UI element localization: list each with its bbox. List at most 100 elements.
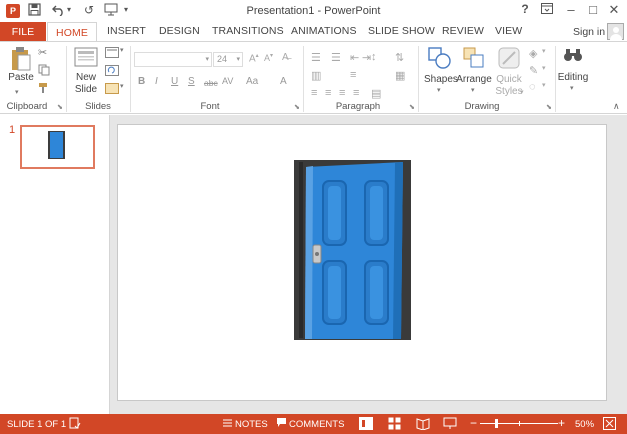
shapes-dropdown-icon[interactable]: ▾ xyxy=(437,86,441,94)
collapse-ribbon-icon[interactable]: ∧ xyxy=(613,101,620,112)
align-right-icon[interactable]: ≡ xyxy=(339,87,345,99)
reading-view-icon[interactable] xyxy=(416,417,430,433)
sign-in-link[interactable]: Sign in xyxy=(573,26,605,38)
zoom-in-button[interactable]: + xyxy=(558,416,565,430)
tab-design[interactable]: DESIGN xyxy=(159,25,200,37)
bullets-icon[interactable]: ☰ xyxy=(311,51,321,64)
fit-to-window-icon[interactable] xyxy=(603,417,616,433)
increase-indent-icon[interactable]: ⇥ xyxy=(362,51,371,64)
status-bar: SLIDE 1 OF 1 NOTES COMMENTS − + 50% xyxy=(0,414,627,434)
change-case-button[interactable]: Aa xyxy=(246,76,258,87)
tab-file[interactable]: FILE xyxy=(0,22,46,42)
font-name-combobox[interactable]: ▾ xyxy=(134,52,212,67)
clipboard-icon[interactable] xyxy=(10,46,32,75)
tab-slide-show[interactable]: SLIDE SHOW xyxy=(368,25,435,37)
columns-icon[interactable]: ▥ xyxy=(311,69,321,82)
reset-icon[interactable] xyxy=(105,65,119,79)
paragraph-launcher-icon[interactable]: ⬊ xyxy=(409,103,415,111)
section-dropdown-icon[interactable]: ▾ xyxy=(120,82,124,90)
shape-outline-icon[interactable]: ✎ xyxy=(529,64,538,77)
underline-button[interactable]: U xyxy=(171,76,178,87)
columns-layout-icon[interactable]: ▤ xyxy=(371,87,381,100)
zoom-slider-thumb[interactable] xyxy=(495,419,498,428)
quick-styles-dropdown-icon[interactable]: ▾ xyxy=(520,88,524,96)
close-button[interactable]: ✕ xyxy=(605,2,623,18)
maximize-button[interactable]: □ xyxy=(584,2,602,17)
tab-home[interactable]: HOME xyxy=(47,22,97,43)
binoculars-icon[interactable] xyxy=(563,47,583,66)
slide-sorter-icon[interactable] xyxy=(388,417,401,433)
copy-icon[interactable] xyxy=(38,64,50,79)
line-spacing-icon[interactable]: ↕ xyxy=(371,51,377,63)
clipboard-group-label: Clipboard xyxy=(6,101,48,112)
scissors-icon[interactable]: ✂ xyxy=(38,46,47,59)
arrange-dropdown-icon[interactable]: ▾ xyxy=(471,86,475,94)
notes-icon[interactable] xyxy=(222,417,233,432)
text-direction-icon[interactable]: ⇅ xyxy=(395,51,404,64)
shape-fill-dropdown-icon[interactable]: ▾ xyxy=(542,47,546,55)
clipboard-launcher-icon[interactable]: ⬊ xyxy=(57,103,63,111)
tab-animations[interactable]: ANIMATIONS xyxy=(291,25,357,37)
comments-button[interactable]: COMMENTS xyxy=(289,419,344,430)
paste-button[interactable]: Paste xyxy=(7,72,35,84)
title-bar: P ▾ ↺ ▾ Presentation1 - PowerPoint ? – □… xyxy=(0,0,627,22)
shape-fill-icon[interactable]: ◈ xyxy=(529,47,537,60)
grow-font-icon[interactable]: A▴ xyxy=(249,52,259,64)
help-button[interactable]: ? xyxy=(516,2,534,16)
shape-effects-dropdown-icon[interactable]: ▾ xyxy=(542,81,546,89)
minimize-button[interactable]: – xyxy=(562,2,580,17)
shapes-icon[interactable] xyxy=(427,46,453,73)
comment-icon[interactable] xyxy=(276,417,287,431)
align-text-icon[interactable]: ≡ xyxy=(350,69,356,81)
arrange-button[interactable]: Arrange xyxy=(456,74,492,86)
decrease-indent-icon[interactable]: ⇤ xyxy=(350,51,359,64)
shape-outline-dropdown-icon[interactable]: ▾ xyxy=(542,64,546,72)
zoom-level[interactable]: 50% xyxy=(575,419,594,430)
drawing-launcher-icon[interactable]: ⬊ xyxy=(546,103,552,111)
editing-dropdown-icon[interactable]: ▾ xyxy=(570,84,574,92)
layout-dropdown-icon[interactable]: ▾ xyxy=(120,46,124,54)
bold-button[interactable]: B xyxy=(138,76,145,87)
text-shadow-button[interactable]: S xyxy=(188,76,195,87)
normal-view-icon[interactable] xyxy=(359,417,373,430)
numbering-icon[interactable]: ☰ xyxy=(331,51,341,64)
quick-styles-icon[interactable] xyxy=(497,46,521,73)
font-launcher-icon[interactable]: ⬊ xyxy=(294,103,300,111)
ribbon-display-options-button[interactable] xyxy=(538,2,556,17)
justify-icon[interactable]: ≡ xyxy=(353,87,359,99)
font-color-button[interactable]: A xyxy=(280,76,287,87)
tab-insert[interactable]: INSERT xyxy=(107,25,146,37)
align-center-icon[interactable]: ≡ xyxy=(325,87,331,99)
tab-review[interactable]: REVIEW xyxy=(442,25,484,37)
ribbon-home: Paste ▾ ✂ Clipboard ⬊ New Slide ▾ ▾ Slid… xyxy=(0,41,627,114)
strikethrough-button[interactable]: abc xyxy=(204,78,218,88)
slide-canvas[interactable] xyxy=(117,124,607,401)
shape-effects-icon[interactable]: ◌ xyxy=(529,81,536,93)
paste-dropdown-icon[interactable]: ▾ xyxy=(15,88,19,96)
brush-icon[interactable] xyxy=(38,82,50,97)
smartart-icon[interactable]: ▦ xyxy=(395,69,405,82)
shrink-font-icon[interactable]: A▾ xyxy=(264,52,273,63)
italic-button[interactable]: I xyxy=(155,76,158,87)
align-left-icon[interactable]: ≡ xyxy=(311,87,317,99)
shapes-button[interactable]: Shapes xyxy=(424,74,458,86)
font-size-combobox[interactable]: 24 ▾ xyxy=(213,52,243,67)
character-spacing-button[interactable]: AV xyxy=(222,76,233,86)
arrange-icon[interactable] xyxy=(462,46,486,73)
editing-button[interactable]: Editing xyxy=(556,72,590,84)
spell-check-icon[interactable] xyxy=(69,417,81,432)
new-slide-button[interactable]: New Slide xyxy=(70,72,102,96)
avatar[interactable] xyxy=(607,23,624,40)
tab-transitions[interactable]: TRANSITIONS xyxy=(212,25,284,37)
new-slide-icon[interactable] xyxy=(74,47,98,72)
slide-thumbnail[interactable] xyxy=(20,125,95,169)
zoom-out-button[interactable]: − xyxy=(470,416,477,430)
section-icon[interactable] xyxy=(105,83,119,97)
layout-icon[interactable] xyxy=(105,47,119,61)
slideshow-icon[interactable] xyxy=(443,417,457,433)
door-image[interactable] xyxy=(293,159,412,341)
notes-button[interactable]: NOTES xyxy=(235,419,268,430)
tab-view[interactable]: VIEW xyxy=(495,25,522,37)
clear-formatting-icon[interactable]: A̶ xyxy=(282,52,289,63)
slide-number: 1 xyxy=(9,124,16,136)
